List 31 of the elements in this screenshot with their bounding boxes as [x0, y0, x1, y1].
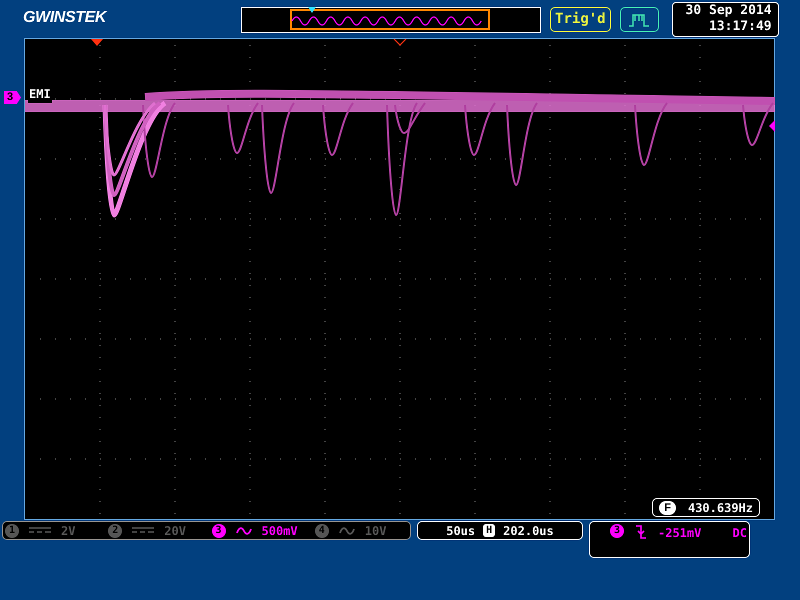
- horizontal-badge: H: [483, 524, 496, 537]
- time-per-division: 50us: [446, 522, 476, 540]
- trigger-status: Trig'd: [550, 7, 611, 32]
- frequency-value: 430.639Hz: [688, 500, 753, 516]
- horizontal-position: 202.0us: [503, 522, 554, 540]
- channel-scale: 20V: [164, 522, 186, 540]
- ac-coupling-icon: [338, 526, 355, 536]
- ac-coupling-icon: [236, 526, 252, 536]
- time-text: 13:17:49: [708, 19, 772, 35]
- trigger-coupling: DC: [732, 525, 747, 542]
- dc-coupling-icon: [132, 526, 154, 534]
- trigger-source-badge: 3: [610, 524, 624, 538]
- channel-number-badge: 1: [5, 524, 19, 538]
- channel-scale: 500mV: [262, 522, 298, 540]
- trigger-level-marker-icon: [769, 120, 775, 132]
- frequency-badge: F: [659, 500, 676, 514]
- channel-number-badge: 3: [212, 524, 226, 538]
- dc-coupling-icon: [29, 526, 51, 534]
- trigger-point-marker-icon: [91, 39, 103, 46]
- trigger-level: -251mV: [658, 525, 702, 542]
- trigger-position-marker-icon: [308, 7, 316, 13]
- trigger-slope-icon: [634, 524, 648, 540]
- center-marker-icon: [394, 39, 406, 46]
- date-text: 30 Sep 2014: [686, 3, 772, 19]
- channel-scale: 10V: [364, 522, 386, 540]
- pulse-icon: [628, 12, 650, 28]
- channel-number-badge: 4: [314, 524, 329, 538]
- channel-number-badge: 2: [108, 524, 122, 538]
- channel-scale: 2V: [61, 522, 76, 540]
- brand-logo: GWINSTEK: [23, 8, 106, 28]
- channel-offset-marker: 3: [4, 91, 21, 104]
